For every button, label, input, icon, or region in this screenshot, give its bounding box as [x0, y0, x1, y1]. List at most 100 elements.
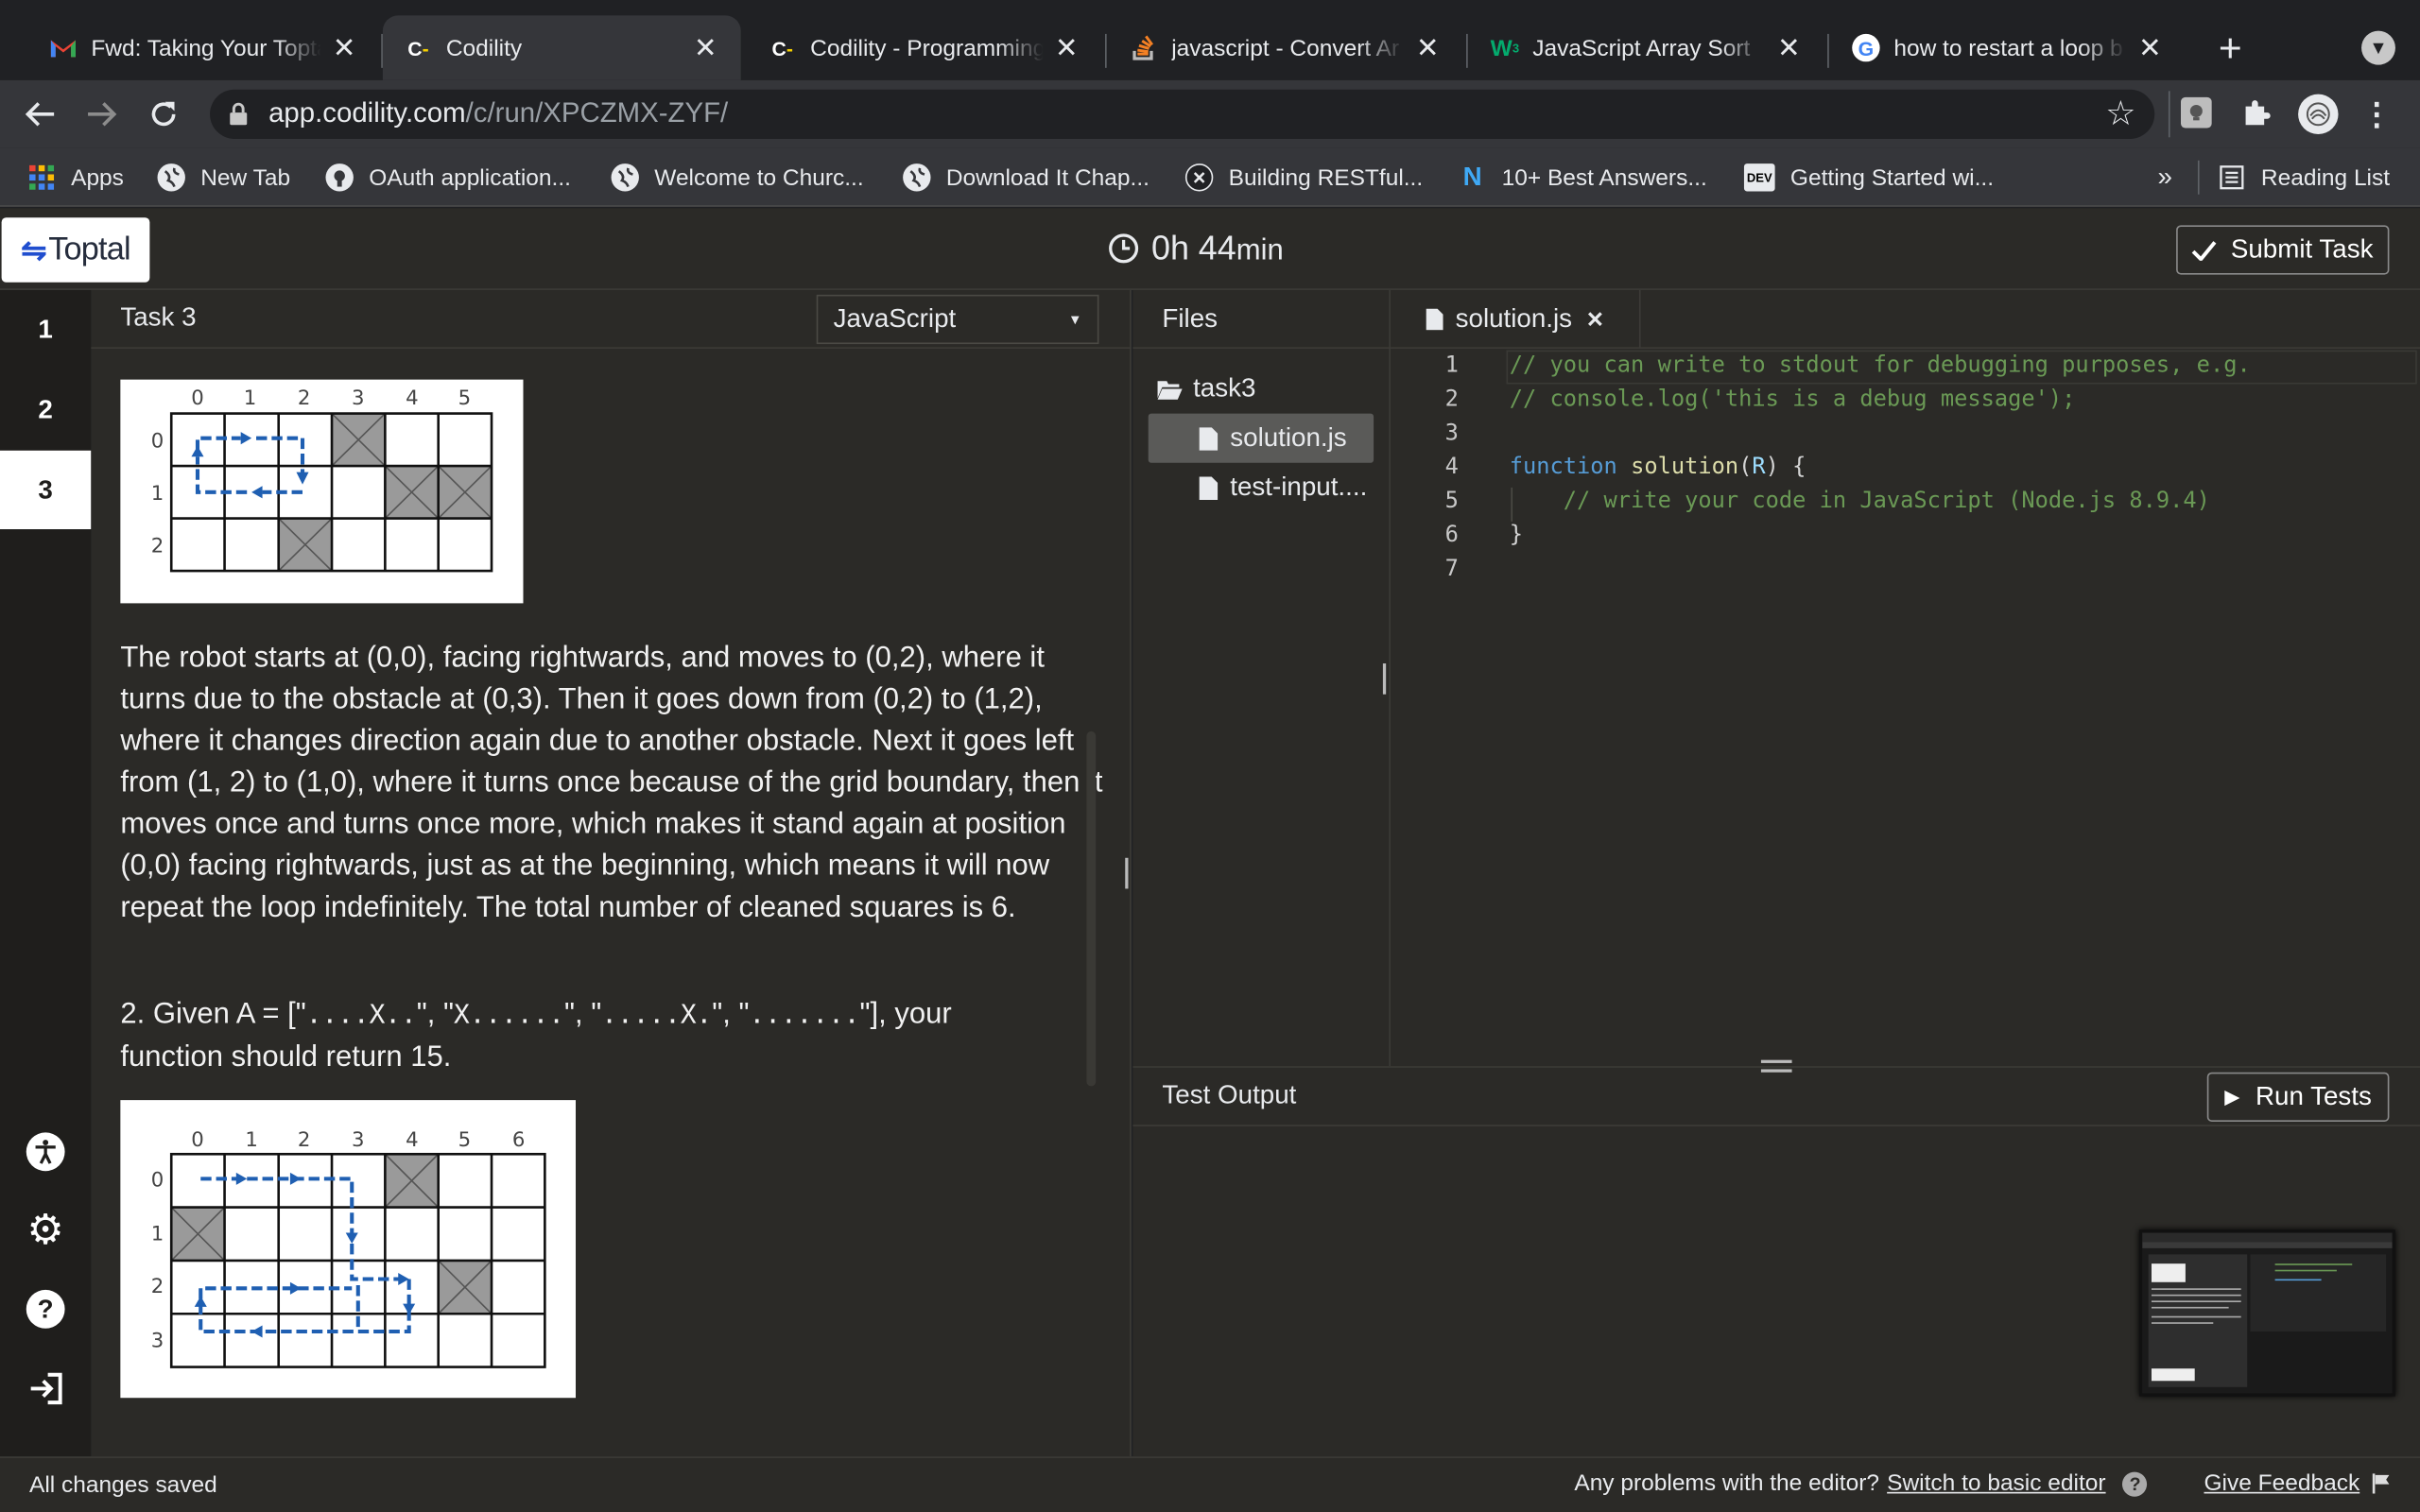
- settings-gear-icon[interactable]: ⚙: [26, 1207, 65, 1253]
- submit-task-label: Submit Task: [2230, 234, 2374, 265]
- bookmark-oauth[interactable]: OAuth application...: [325, 161, 571, 195]
- reading-list-label: Reading List: [2260, 163, 2391, 191]
- grid2-col-label: 2: [298, 1128, 311, 1152]
- help-question-icon[interactable]: ?: [26, 1289, 65, 1329]
- profile-avatar-icon[interactable]: [2298, 94, 2339, 135]
- url-path: /c/run/XPCZMX-ZYF/: [465, 96, 729, 129]
- globe-icon: [611, 163, 639, 192]
- extensions-puzzle-icon[interactable]: [2239, 95, 2273, 129]
- grid2-col-label: 0: [191, 1128, 204, 1152]
- bookmark-new-tab[interactable]: New Tab: [157, 161, 290, 195]
- save-status: All changes saved: [29, 1471, 217, 1499]
- grid1-col-label: 0: [191, 387, 204, 410]
- tab-title: Codility: [445, 34, 523, 61]
- task-nav-item-3-active[interactable]: 3: [0, 450, 92, 530]
- reading-list-icon: [2218, 163, 2245, 191]
- grid2-row-label: 2: [151, 1275, 164, 1298]
- browser-tab-codility-programming[interactable]: C- Codility - Programming ✕: [747, 15, 1102, 80]
- description-scrollbar[interactable]: [1086, 730, 1097, 1087]
- run-tests-button[interactable]: ▶ Run Tests: [2206, 1072, 2390, 1122]
- switch-basic-editor-link[interactable]: Switch to basic editor: [1887, 1470, 2105, 1497]
- grid2-col-label: 1: [245, 1128, 258, 1152]
- tab-title: javascript - Convert Ar: [1171, 34, 1400, 61]
- files-title: Files: [1162, 303, 1219, 334]
- example-2-code: X......: [454, 999, 565, 1031]
- back-arrow-icon[interactable]: [19, 93, 62, 136]
- n-logo-icon: N: [1462, 162, 1482, 192]
- bookmark-label: Getting Started wi...: [1789, 163, 1995, 191]
- line-number: 5: [1444, 489, 1459, 514]
- more-bookmarks-chevron[interactable]: »: [2158, 161, 2172, 195]
- browser-tab-google[interactable]: G how to restart a loop b ✕: [1830, 15, 2186, 80]
- logout-icon[interactable]: [26, 1368, 65, 1407]
- browser-tab-gmail[interactable]: Fwd: Taking Your Topta ✕: [27, 15, 379, 80]
- grid2-row-label: 3: [151, 1329, 164, 1352]
- tab-search-chevron-icon[interactable]: ▼: [2361, 30, 2395, 65]
- give-feedback-link[interactable]: Give Feedback: [2204, 1470, 2360, 1497]
- google-icon: G: [1852, 33, 1880, 62]
- url-text[interactable]: app.codility.com/c/run/XPCZMX-ZYF/: [268, 97, 728, 129]
- feedback-flag-icon: [2372, 1473, 2391, 1494]
- submit-task-button[interactable]: Submit Task: [2176, 225, 2390, 275]
- toptal-logo-mark-icon: ⇋: [21, 233, 47, 268]
- close-tab-icon[interactable]: ✕: [2136, 31, 2164, 63]
- task-nav-item-1[interactable]: 1: [0, 290, 91, 369]
- forward-arrow-icon[interactable]: [80, 93, 124, 136]
- close-tab-icon[interactable]: ✕: [691, 31, 718, 63]
- toolbar-divider: [2168, 91, 2170, 138]
- bookmark-label: OAuth application...: [369, 163, 571, 191]
- file-item-solution[interactable]: solution.js: [1199, 422, 1347, 454]
- example-2-sep: ", ": [564, 998, 602, 1031]
- give-feedback[interactable]: Give Feedback: [2204, 1470, 2390, 1497]
- bookmark-best-answers[interactable]: N 10+ Best Answers...: [1459, 161, 1707, 195]
- file-name: solution.js: [1230, 422, 1347, 453]
- grid1-row-label: 0: [151, 429, 164, 453]
- editor-tab-solution[interactable]: solution.js ✕: [1405, 289, 1641, 349]
- browser-tab-w3schools[interactable]: W3 JavaScript Array Sort ✕: [1469, 15, 1824, 80]
- toptal-logo-text: Toptal: [48, 231, 130, 267]
- screen-preview-thumbnail[interactable]: [2138, 1229, 2395, 1397]
- task-nav-item-2[interactable]: 2: [0, 370, 91, 449]
- bookmark-apps[interactable]: Apps: [27, 161, 124, 195]
- code-arg: R: [1752, 455, 1766, 480]
- file-icon: [1199, 475, 1219, 500]
- lock-icon[interactable]: [225, 98, 250, 129]
- toptal-logo[interactable]: ⇋ Toptal: [1, 217, 150, 283]
- run-tests-label: Run Tests: [2255, 1081, 2372, 1111]
- accessibility-icon[interactable]: [26, 1132, 65, 1172]
- close-tab-icon[interactable]: ✕: [1053, 31, 1080, 63]
- bookmark-download[interactable]: Download It Chap...: [903, 161, 1150, 195]
- close-tab-icon[interactable]: ✕: [330, 31, 357, 63]
- bookmark-label: Apps: [71, 163, 124, 191]
- globe-icon: [903, 163, 931, 192]
- folder-open-icon: [1157, 379, 1183, 400]
- close-editor-tab-icon[interactable]: ✕: [1586, 306, 1604, 333]
- example-2-suffix: "], your: [859, 998, 952, 1031]
- bookmark-getting-started[interactable]: DEV Getting Started wi...: [1743, 161, 1995, 195]
- grid2-row-label: 0: [151, 1169, 164, 1193]
- bookmark-welcome[interactable]: Welcome to Churc...: [611, 161, 864, 195]
- browser-tab-stackoverflow[interactable]: javascript - Convert Ar ✕: [1108, 15, 1463, 80]
- language-select[interactable]: JavaScript ▼: [816, 294, 1099, 345]
- language-select-value: JavaScript: [833, 303, 957, 334]
- folder-label: task3: [1193, 373, 1256, 404]
- new-tab-plus-icon[interactable]: +: [2210, 24, 2250, 70]
- reading-list-button[interactable]: Reading List: [2218, 161, 2390, 195]
- close-tab-icon[interactable]: ✕: [1775, 31, 1803, 63]
- close-tab-icon[interactable]: ✕: [1414, 31, 1442, 63]
- dropdown-caret-icon: ▼: [1067, 311, 1082, 328]
- extension-lightbulb-icon[interactable]: [2181, 96, 2212, 129]
- bookmark-star-icon[interactable]: ☆: [2102, 94, 2139, 133]
- help-question-icon[interactable]: ?: [2122, 1470, 2148, 1496]
- line-number: 6: [1444, 523, 1459, 548]
- file-item-test-input[interactable]: test-input....: [1199, 472, 1367, 504]
- grid2-col-label: 6: [512, 1128, 526, 1152]
- grid1-col-label: 4: [406, 387, 419, 410]
- browser-menu-kebab-icon[interactable]: ⋮: [2361, 95, 2393, 132]
- folder-task3[interactable]: task3: [1157, 373, 1256, 404]
- bookmark-building-restful[interactable]: ✕ Building RESTful...: [1184, 161, 1423, 195]
- browser-tab-codility-active[interactable]: C- Codility ✕: [382, 15, 741, 80]
- reload-icon[interactable]: [142, 93, 185, 136]
- problems-text: Any problems with the editor?: [1574, 1469, 1879, 1497]
- grid2-col-label: 5: [458, 1128, 472, 1152]
